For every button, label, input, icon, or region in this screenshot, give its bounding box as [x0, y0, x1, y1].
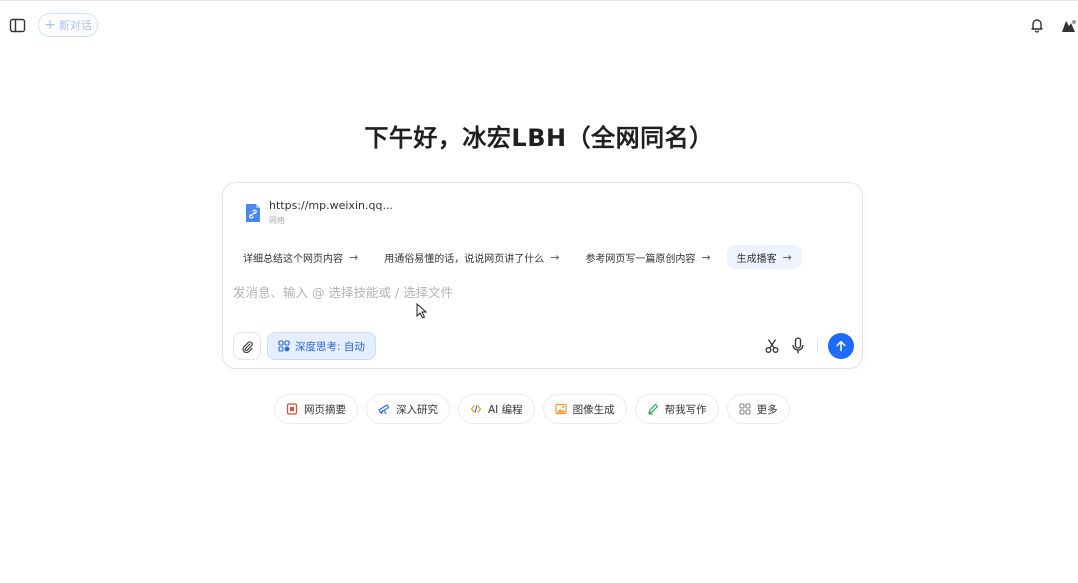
quick-action-label: AI 编程 — [488, 403, 523, 416]
message-composer: https://mp.weixin.qq... 网络 详细总结这个网页内容 → … — [222, 182, 863, 369]
paperclip-icon — [241, 340, 253, 353]
link-file-icon — [246, 204, 260, 222]
mouse-cursor-icon — [416, 303, 428, 319]
pen-icon — [648, 403, 658, 415]
bell-icon[interactable] — [1029, 17, 1045, 33]
quick-action-webpage-summary[interactable]: 网页摘要 — [274, 394, 358, 424]
deep-think-label: 深度思考: 自动 — [295, 340, 365, 353]
quick-action-writing[interactable]: 帮我写作 — [634, 394, 719, 424]
quick-action-image-generation[interactable]: 图像生成 — [542, 394, 627, 424]
arrow-right-icon: → — [550, 250, 560, 264]
quick-action-label: 帮我写作 — [664, 403, 707, 416]
quick-action-label: 深入研究 — [396, 403, 438, 416]
composer-toolbar: 深度思考: 自动 — [233, 331, 854, 361]
quick-action-label: 更多 — [756, 403, 778, 416]
arrow-right-icon: → — [701, 250, 711, 264]
quick-action-label: 图像生成 — [572, 403, 615, 416]
webpage-summary-icon — [286, 403, 298, 415]
quick-action-deep-research[interactable]: 深入研究 — [366, 394, 450, 424]
suggestion-explain[interactable]: 用通俗易懂的话，说说网页讲了什么 → — [374, 245, 569, 269]
arrow-right-icon: → — [782, 250, 792, 264]
code-icon — [470, 405, 482, 413]
image-icon — [555, 403, 567, 415]
arrow-up-icon — [836, 340, 846, 352]
new-chat-label: 新对话 — [58, 19, 92, 32]
sidebar-toggle-icon[interactable] — [9, 17, 26, 34]
scissors-icon[interactable] — [764, 338, 780, 354]
suggestion-podcast[interactable]: 生成播客 → — [726, 245, 802, 269]
suggestion-summarize[interactable]: 详细总结这个网页内容 → — [233, 245, 368, 269]
telescope-icon — [378, 404, 390, 415]
send-button[interactable] — [828, 333, 854, 359]
suggestion-write-original[interactable]: 参考网页写一篇原创内容 → — [575, 245, 720, 269]
quick-action-ai-coding[interactable]: AI 编程 — [458, 394, 535, 424]
attachment-card[interactable]: https://mp.weixin.qq... 网络 — [245, 199, 393, 227]
quick-action-more[interactable]: 更多 — [726, 394, 790, 424]
suggestion-list: 详细总结这个网页内容 → 用通俗易懂的话，说说网页讲了什么 → 参考网页写一篇原… — [233, 245, 802, 269]
toolbar-divider — [817, 339, 818, 353]
plus-icon: + — [44, 17, 56, 33]
microphone-icon[interactable] — [791, 337, 805, 355]
new-chat-button[interactable]: + 新对话 — [38, 13, 98, 37]
arrow-right-icon: → — [349, 250, 359, 264]
quick-action-bar: 网页摘要 深入研究 AI 编程 图像生成 帮我写作 更多 — [274, 394, 790, 424]
attachment-title: https://mp.weixin.qq... — [269, 199, 393, 212]
attachment-subtitle: 网络 — [269, 216, 285, 225]
suggestion-label: 生成播客 — [736, 253, 777, 265]
suggestion-label: 用通俗易懂的话，说说网页讲了什么 — [384, 253, 545, 265]
avatar[interactable] — [1058, 17, 1078, 33]
top-border — [0, 0, 1078, 1]
atom-icon — [278, 340, 290, 352]
attach-button[interactable] — [233, 332, 261, 360]
message-input[interactable]: 发消息、输入 @ 选择技能或 / 选择文件 — [233, 282, 453, 301]
greeting-title: 下午好，冰宏LBH（全网同名） — [364, 124, 714, 152]
deep-think-toggle[interactable]: 深度思考: 自动 — [267, 332, 376, 360]
grid-icon — [739, 403, 751, 415]
suggestion-label: 参考网页写一篇原创内容 — [585, 253, 696, 265]
suggestion-label: 详细总结这个网页内容 — [243, 253, 343, 265]
quick-action-label: 网页摘要 — [304, 403, 346, 416]
